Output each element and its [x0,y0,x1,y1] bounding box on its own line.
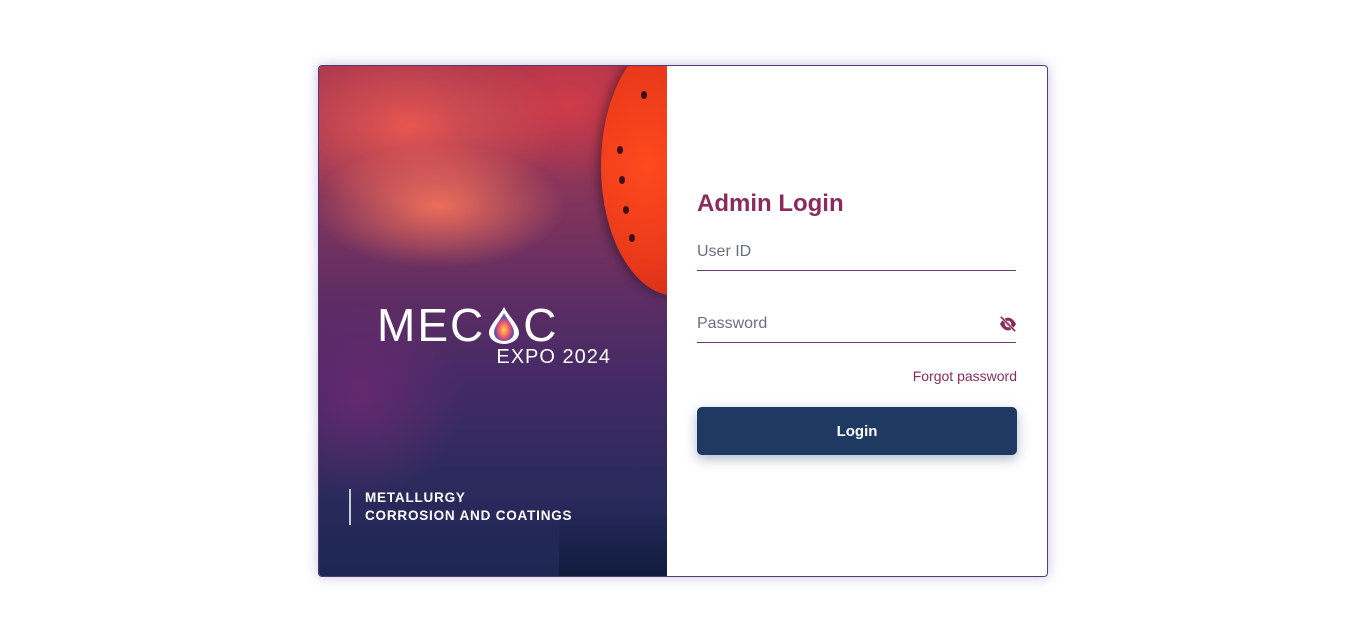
page-title: Admin Login [697,190,844,217]
mecoc-logo: MEC C EXPO 2024 [377,302,617,372]
login-form: Admin Login Forgot password Login [667,66,1047,576]
user-id-input[interactable] [697,238,987,266]
login-button[interactable]: Login [697,407,1017,455]
login-card: MEC C EXPO 2024 METALLURGY CORROSION AND… [318,65,1048,577]
hero-shadow [559,506,667,576]
eye-slash-icon[interactable] [998,316,1018,332]
tagline-line-1: METALLURGY [365,490,466,505]
forgot-password-link[interactable]: Forgot password [913,368,1017,384]
droplet-logo-icon [489,307,520,344]
hero-disc-graphic [601,66,667,296]
password-field [697,310,1018,343]
password-input[interactable] [697,310,987,338]
logo-main-text: MEC C [377,299,559,351]
brand-tagline: METALLURGY CORROSION AND COATINGS [349,489,572,525]
tagline-line-2: CORROSION AND COATINGS [365,508,573,523]
hero-image: MEC C EXPO 2024 METALLURGY CORROSION AND… [319,66,667,576]
logo-subtext: EXPO 2024 [496,346,611,368]
user-id-field [697,238,1016,271]
